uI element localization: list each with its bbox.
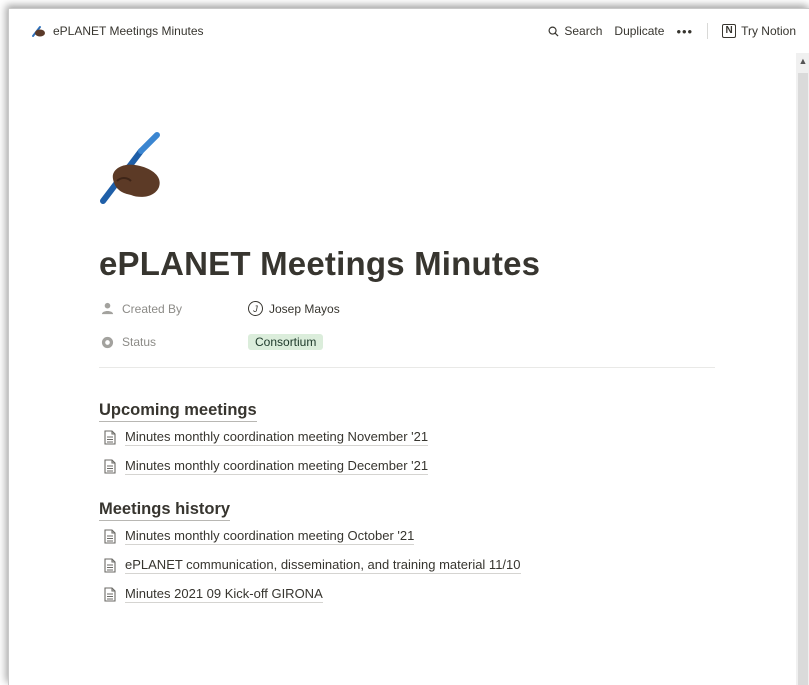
link-text: Minutes monthly coordination meeting Nov…: [125, 429, 429, 446]
more-options-button[interactable]: •••: [676, 24, 693, 39]
section-heading-history[interactable]: Meetings history: [99, 499, 231, 521]
writing-hand-icon[interactable]: [97, 131, 167, 205]
property-label: Created By: [122, 301, 183, 316]
try-notion-label: Try Notion: [741, 24, 796, 38]
person-name: Josep Mayos: [269, 301, 340, 316]
try-notion-button[interactable]: N Try Notion: [722, 24, 796, 38]
breadcrumb[interactable]: ePLANET Meetings Minutes: [31, 24, 204, 38]
page-title[interactable]: ePLANET Meetings Minutes: [99, 245, 540, 283]
search-label: Search: [564, 24, 603, 38]
list-item[interactable]: Minutes monthly coordination meeting Oct…: [103, 527, 415, 545]
page-icon: [104, 458, 116, 474]
link-text: Minutes 2021 09 Kick-off GIRONA: [125, 586, 323, 603]
property-status[interactable]: Status Consortium: [101, 334, 324, 350]
page-icon: [104, 429, 116, 445]
duplicate-label: Duplicate: [614, 24, 665, 38]
divider: [99, 367, 715, 368]
property-name-status: Status: [101, 335, 248, 349]
top-bar: ePLANET Meetings Minutes Search Duplicat…: [9, 9, 809, 53]
section-heading-upcoming[interactable]: Upcoming meetings: [99, 400, 257, 422]
search-icon: [548, 26, 559, 37]
breadcrumb-label: ePLANET Meetings Minutes: [53, 24, 204, 38]
list-item[interactable]: ePLANET communication, dissemination, an…: [103, 556, 521, 574]
link-text: Minutes monthly coordination meeting Oct…: [125, 528, 415, 545]
search-button[interactable]: Search: [548, 24, 602, 38]
property-label: Status: [122, 335, 157, 349]
list-item[interactable]: Minutes 2021 09 Kick-off GIRONA: [103, 585, 323, 603]
vertical-scrollbar[interactable]: ▲: [796, 53, 809, 685]
link-text: Minutes monthly coordination meeting Dec…: [125, 458, 429, 475]
duplicate-button[interactable]: Duplicate: [614, 24, 664, 38]
person-value[interactable]: J Josep Mayos: [248, 301, 340, 316]
scroll-thumb[interactable]: [798, 73, 808, 685]
toolbar-divider: [707, 23, 709, 39]
list-item[interactable]: Minutes monthly coordination meeting Nov…: [103, 428, 429, 446]
scroll-up-arrow-icon[interactable]: ▲: [796, 53, 809, 69]
page-icon: [104, 586, 116, 602]
status-circle-icon: [101, 336, 114, 348]
notion-logo-icon: N: [722, 24, 737, 38]
property-created-by[interactable]: Created By J Josep Mayos: [101, 301, 340, 316]
link-text: ePLANET communication, dissemination, an…: [125, 557, 521, 574]
list-item[interactable]: Minutes monthly coordination meeting Dec…: [103, 457, 429, 475]
person-icon: [101, 302, 114, 315]
notion-page-window: ePLANET Meetings Minutes Search Duplicat…: [8, 8, 809, 685]
status-badge[interactable]: Consortium: [248, 334, 324, 350]
page-icon: [104, 528, 116, 544]
property-name-created-by: Created By: [101, 302, 248, 316]
writing-hand-icon: [32, 26, 45, 37]
page-icon: [104, 557, 116, 573]
avatar: J: [248, 301, 263, 316]
